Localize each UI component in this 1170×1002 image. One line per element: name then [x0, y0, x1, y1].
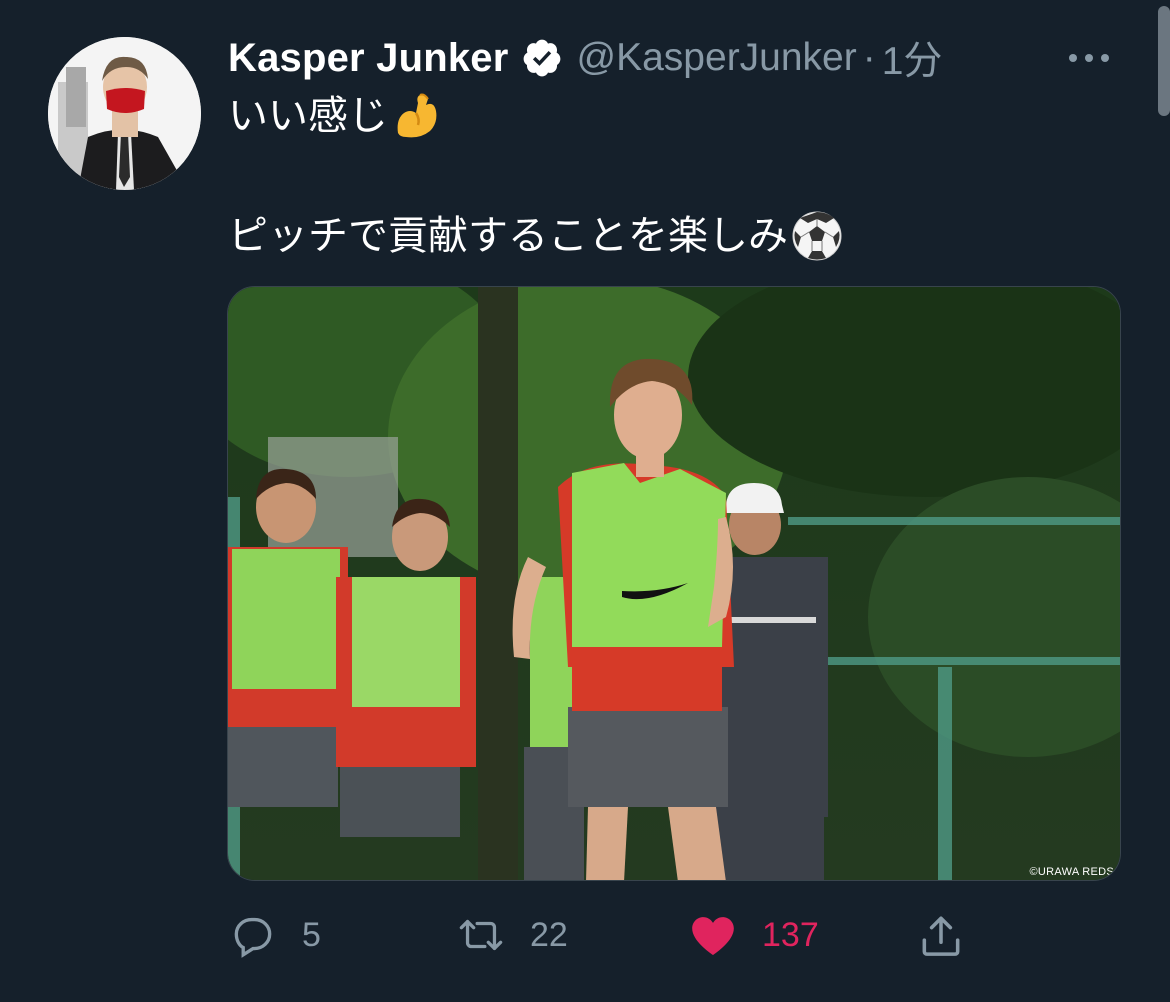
flexed-biceps-icon	[390, 89, 444, 143]
display-name[interactable]: Kasper Junker	[228, 36, 509, 81]
tweet-header: Kasper Junker @KasperJunker · 1分	[228, 32, 942, 84]
tweet-text-line-2: ピッチで貢献することを楽しみ	[228, 213, 788, 259]
avatar-image	[48, 37, 201, 190]
like-button[interactable]: 137	[688, 905, 819, 965]
tweet-actions: 5 22 137	[228, 905, 988, 965]
timestamp[interactable]: 1分	[882, 30, 943, 86]
soccer-ball-icon	[790, 209, 844, 263]
avatar[interactable]	[48, 37, 201, 190]
retweet-button[interactable]: 22	[456, 905, 568, 965]
share-button[interactable]	[916, 905, 966, 965]
separator-dot: ·	[862, 36, 876, 79]
tweet-text: いい感じ ピッチで貢献することを楽しみ	[228, 88, 1128, 264]
training-photo: ©URAWA REDS	[228, 287, 1120, 880]
like-count: 137	[762, 915, 819, 954]
retweet-count: 22	[530, 915, 568, 954]
scrollbar[interactable]	[1158, 6, 1170, 116]
tweet[interactable]: Kasper Junker @KasperJunker · 1分 いい感じ ピッ…	[0, 0, 1170, 1002]
reply-count: 5	[302, 915, 321, 954]
retweet-icon	[456, 910, 506, 960]
handle[interactable]: @KasperJunker	[577, 36, 857, 80]
reply-icon	[228, 910, 278, 960]
heart-icon	[688, 910, 738, 960]
more-options-icon[interactable]	[1066, 38, 1112, 78]
tweet-media-image[interactable]: ©URAWA REDS	[227, 286, 1121, 881]
image-credit: ©URAWA REDS	[1029, 866, 1114, 878]
reply-button[interactable]: 5	[228, 905, 321, 965]
share-icon	[916, 910, 966, 960]
tweet-text-line-1: いい感じ	[228, 93, 388, 139]
verified-badge-icon	[521, 37, 563, 79]
